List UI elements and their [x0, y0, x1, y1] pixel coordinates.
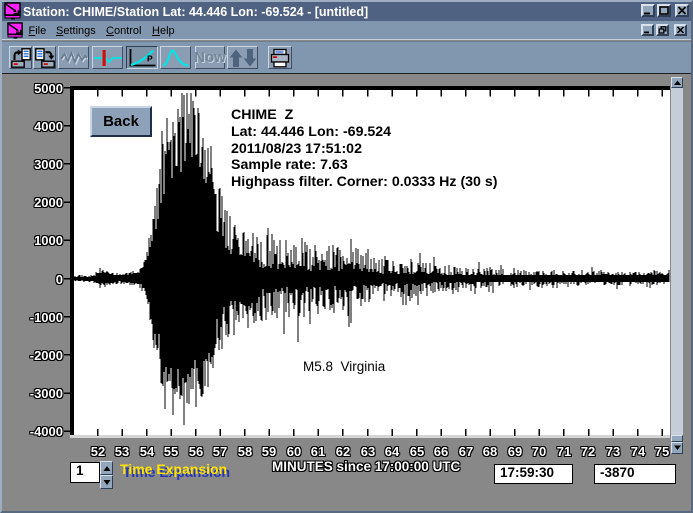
svg-text:P: P [147, 53, 153, 63]
